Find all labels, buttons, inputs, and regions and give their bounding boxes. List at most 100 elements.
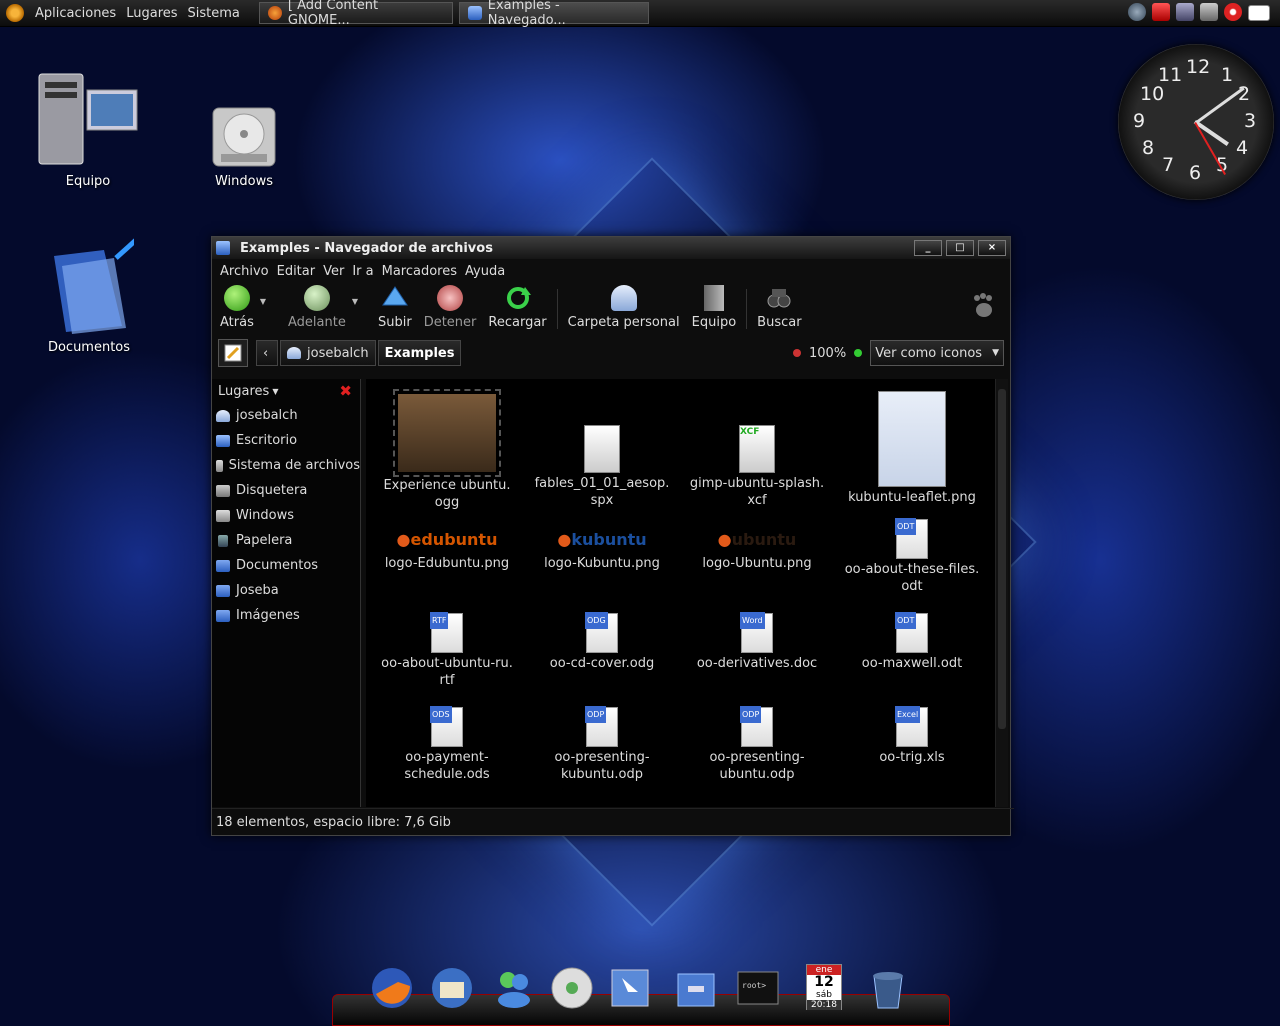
breadcrumb-examples[interactable]: Examples: [377, 340, 462, 366]
file-item[interactable]: ODG oo-cd-cover.odg: [527, 612, 677, 672]
sidebar-item-joseba[interactable]: Joseba: [212, 578, 360, 603]
sidebar-item-label: Imágenes: [236, 608, 300, 623]
file-item[interactable]: ●kubuntu logo-Kubuntu.png: [527, 519, 677, 572]
menu-applications[interactable]: Aplicaciones: [30, 6, 121, 21]
sidebar-header[interactable]: Lugares ▼ ✖: [212, 379, 360, 403]
sidebar-item-trash[interactable]: Papelera: [212, 528, 360, 553]
desktop-icon-windows[interactable]: Windows: [189, 104, 299, 189]
network-icon[interactable]: [1128, 3, 1146, 21]
menu-ver[interactable]: Ver: [319, 264, 348, 279]
file-name: logo-Kubuntu.png: [544, 556, 660, 571]
sidebar-item-windows[interactable]: Windows: [212, 503, 360, 528]
desktop-icon-documentos[interactable]: Documentos: [34, 236, 144, 355]
back-button[interactable]: Atrás: [214, 283, 260, 330]
menu-places[interactable]: Lugares: [121, 6, 182, 21]
scrollbar-thumb[interactable]: [998, 389, 1006, 729]
computer-icon: [703, 285, 724, 311]
minimize-button[interactable]: _: [914, 240, 942, 256]
toggle-location-entry-button[interactable]: [218, 339, 248, 367]
taskbar-item-firefox[interactable]: [ Add Content GNOME...: [258, 0, 453, 28]
file-item[interactable]: RTF oo-about-ubuntu-ru. rtf: [372, 612, 522, 689]
reload-button[interactable]: Recargar: [482, 283, 552, 330]
menu-marcadores[interactable]: Marcadores: [378, 264, 461, 279]
file-name: oo-cd-cover.odg: [549, 656, 655, 671]
file-type-tag: ODT: [895, 518, 917, 535]
zoom-out-icon[interactable]: [793, 349, 802, 357]
window-titlebar[interactable]: Examples - Navegador de archivos _ □ ×: [212, 237, 1010, 259]
file-item[interactable]: Experience ubuntu. ogg: [372, 389, 522, 511]
sidebar-item-documentos[interactable]: Documentos: [212, 553, 360, 578]
breadcrumb-left-arrow[interactable]: ‹: [256, 340, 278, 366]
breadcrumb-josebalch[interactable]: josebalch: [280, 340, 376, 366]
document-icon: ODP: [740, 706, 773, 747]
search-button[interactable]: Buscar: [751, 283, 807, 330]
view-mode-select[interactable]: Ver como iconos ▼: [870, 340, 1004, 366]
file-item[interactable]: Excel oo-trig.xls: [837, 706, 987, 766]
forward-button[interactable]: Adelante: [282, 283, 352, 330]
back-history-dropdown[interactable]: ▼: [260, 297, 266, 306]
sidebar-item-floppy[interactable]: Disquetera: [212, 478, 360, 503]
up-button[interactable]: Subir: [372, 283, 418, 330]
music-player-icon[interactable]: [548, 964, 596, 1012]
close-button[interactable]: ×: [978, 240, 1006, 256]
file-item[interactable]: ●ubuntu logo-Ubuntu.png: [682, 519, 832, 572]
computer-button[interactable]: Equipo: [686, 283, 743, 330]
messenger-icon[interactable]: [490, 964, 538, 1012]
trash-icon[interactable]: [864, 964, 912, 1012]
floppy-icon: [216, 484, 230, 497]
binoculars-icon: [766, 285, 792, 311]
desktop-icon: [216, 434, 230, 447]
file-item[interactable]: Word oo-derivatives.doc: [682, 612, 832, 672]
file-item[interactable]: ODT oo-about-these-files. odt: [837, 518, 987, 595]
maximize-button[interactable]: □: [946, 240, 974, 256]
file-item[interactable]: ODP oo-presenting-kubuntu.odp: [527, 706, 677, 783]
sidebar-item-label: Windows: [236, 508, 295, 523]
menu-archivo[interactable]: Archivo: [216, 264, 273, 279]
menu-ayuda[interactable]: Ayuda: [461, 264, 509, 279]
file-item[interactable]: fables_01_01_aesop. spx: [527, 391, 677, 509]
forward-history-dropdown[interactable]: ▼: [352, 297, 358, 306]
file-item[interactable]: XCF gimp-ubuntu-splash. xcf: [682, 391, 832, 509]
file-item[interactable]: ODP oo-presenting-ubuntu.odp: [682, 706, 832, 783]
sidebar-item-escritorio[interactable]: Escritorio: [212, 428, 360, 453]
firefox-icon[interactable]: [368, 964, 416, 1012]
terminal-icon[interactable]: root>: [734, 964, 782, 1012]
stop-button[interactable]: Detener: [418, 283, 483, 330]
file-manager-icon[interactable]: [672, 964, 720, 1012]
analog-clock-widget[interactable]: 12 1 2 3 4 5 6 7 8 9 10 11: [1118, 44, 1274, 200]
trash-icon: [218, 534, 228, 547]
power-icon[interactable]: [1224, 3, 1242, 21]
vertical-scrollbar[interactable]: [995, 379, 1008, 807]
volume-icon[interactable]: [1200, 3, 1218, 21]
calendar-icon[interactable]: ene 12 sáb 20:18: [800, 964, 848, 1012]
taskbar-item-file-browser[interactable]: Examples - Navegado...: [458, 0, 649, 28]
desktop-icon-equipo[interactable]: Equipo: [33, 66, 143, 189]
file-name: oo-about-ubuntu-ru.: [381, 656, 513, 671]
show-desktop-icon[interactable]: [1248, 5, 1270, 21]
file-item[interactable]: ODS oo-payment-schedule.ods: [372, 706, 522, 783]
home-button[interactable]: Carpeta personal: [562, 283, 686, 330]
calendar-time: 20:18: [807, 1000, 841, 1010]
menu-system[interactable]: Sistema: [183, 6, 245, 21]
file-name-cont: ubuntu.odp: [719, 767, 795, 782]
zoom-in-icon[interactable]: [854, 349, 863, 357]
sidebar-item-imagenes[interactable]: Imágenes: [212, 603, 360, 628]
file-item[interactable]: kubuntu-leaflet.png: [837, 391, 987, 506]
clock-number: 1: [1221, 64, 1234, 86]
close-sidebar-icon[interactable]: ✖: [339, 382, 352, 400]
file-item[interactable]: ●edubuntu logo-Edubuntu.png: [372, 519, 522, 572]
update-icon[interactable]: [1152, 3, 1170, 21]
thunderbird-icon[interactable]: [428, 964, 476, 1012]
window-icon[interactable]: [606, 964, 654, 1012]
file-name: oo-presenting-: [554, 750, 650, 765]
sidebar-item-josebalch[interactable]: josebalch: [212, 403, 360, 428]
menu-editar[interactable]: Editar: [273, 264, 320, 279]
gnome-foot-icon[interactable]: [6, 4, 24, 22]
clock-number: 11: [1158, 64, 1183, 86]
menu-ir-a[interactable]: Ir a: [348, 264, 377, 279]
zoom-level[interactable]: 100%: [809, 346, 846, 361]
file-item[interactable]: ODT oo-maxwell.odt: [837, 612, 987, 672]
computer-icon[interactable]: [1176, 3, 1194, 21]
status-text: 18 elementos, espacio libre: 7,6 Gib: [216, 814, 451, 830]
sidebar-item-filesystem[interactable]: Sistema de archivos: [212, 453, 360, 478]
